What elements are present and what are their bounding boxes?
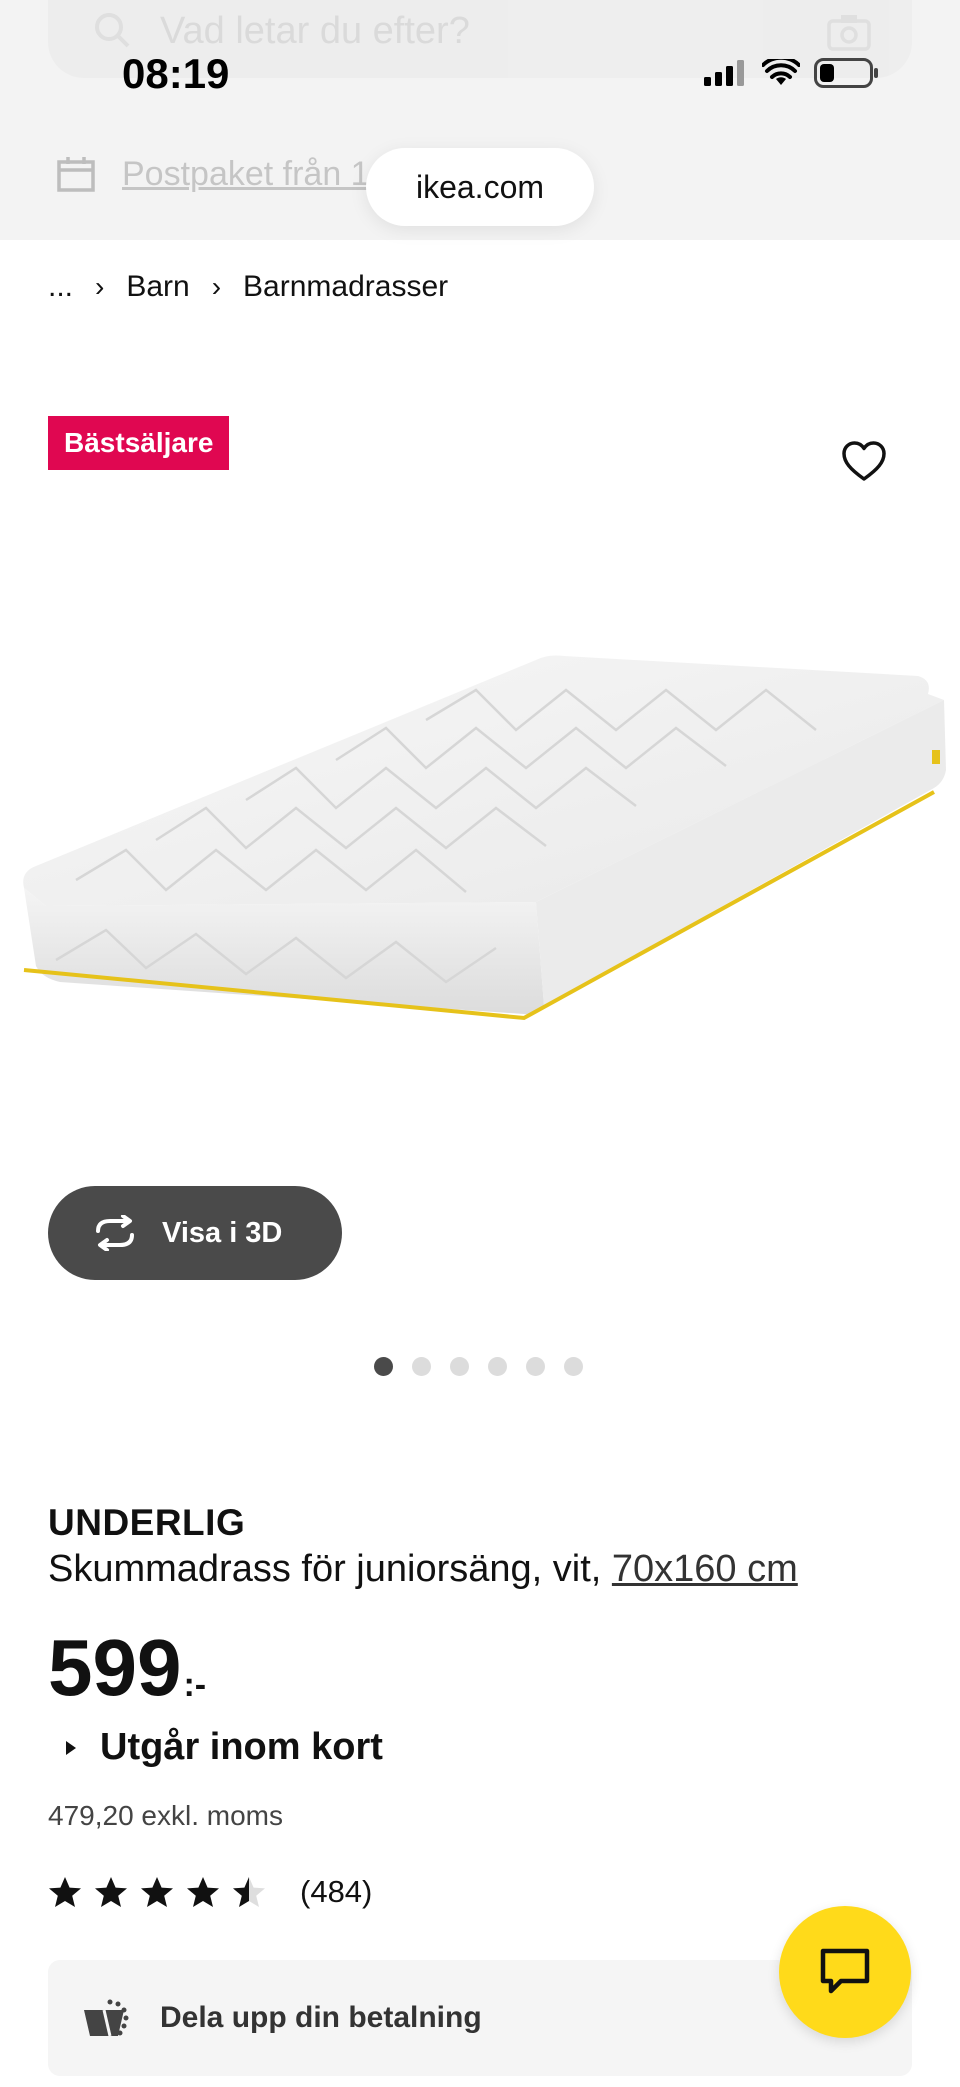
view-3d-button[interactable]: Visa i 3D: [48, 1186, 342, 1280]
product-price: 599:-: [48, 1628, 206, 1708]
carousel-dot[interactable]: [564, 1357, 583, 1376]
product-description: Skummadrass för juniorsäng, vit, 70x160 …: [48, 1548, 798, 1591]
star-icon: [141, 1877, 173, 1907]
carousel-dot[interactable]: [412, 1357, 431, 1376]
star-icon: [95, 1877, 127, 1907]
chat-icon: [820, 1948, 870, 1994]
camera-icon[interactable]: [826, 12, 872, 52]
chevron-right-icon: ›: [95, 271, 105, 302]
delivery-banner[interactable]: Postpaket från 1: [56, 154, 370, 194]
star-icon: [187, 1877, 219, 1907]
half-star-icon: [233, 1877, 265, 1907]
star-icon: [49, 1877, 81, 1907]
price-suffix: :-: [183, 1666, 207, 1704]
rating[interactable]: (484): [48, 1874, 372, 1910]
status-time: 08:19: [122, 50, 230, 97]
rotate-3d-icon: [96, 1215, 134, 1251]
carousel-dot[interactable]: [450, 1357, 469, 1376]
carousel-dots: [374, 1357, 583, 1376]
carousel-dot[interactable]: [526, 1357, 545, 1376]
availability-toggle[interactable]: Utgår inom kort: [66, 1726, 383, 1769]
breadcrumb-ellipsis[interactable]: ...: [48, 270, 73, 304]
breadcrumb-item-barn[interactable]: Barn: [126, 270, 189, 304]
battery-icon: [814, 58, 878, 88]
status-icons: [704, 58, 880, 88]
chevron-right-icon: ›: [211, 271, 222, 302]
caret-right-icon: [66, 1740, 76, 1755]
price-excl-vat: 479,20 exkl. moms: [48, 1800, 283, 1831]
rating-count[interactable]: (484): [300, 1874, 372, 1910]
basket-icon: [84, 1999, 129, 2037]
site-header: Vad letar du efter? 08:19 Postpaket från…: [0, 0, 960, 240]
price-value: 599: [48, 1623, 182, 1712]
breadcrumb: ... › Barn › Barnmadrasser: [48, 270, 448, 304]
search-placeholder: Vad letar du efter?: [160, 10, 470, 52]
delivery-text[interactable]: Postpaket från 1: [122, 155, 370, 194]
bestseller-badge: Bästsäljare: [48, 416, 230, 470]
carousel-dot[interactable]: [374, 1357, 393, 1376]
carousel-dot[interactable]: [488, 1357, 507, 1376]
size-link[interactable]: 70x160 cm: [612, 1548, 798, 1590]
wifi-icon: [762, 59, 800, 85]
breadcrumb-item-barnmadrasser[interactable]: Barnmadrasser: [243, 270, 448, 304]
payment-label: Dela upp din betalning: [160, 2001, 482, 2034]
search-icon: [95, 13, 130, 48]
browser-url-pill[interactable]: ikea.com: [366, 148, 594, 226]
view-3d-label: Visa i 3D: [162, 1216, 283, 1249]
product-description-text: Skummadrass för juniorsäng, vit,: [48, 1548, 612, 1590]
product-image[interactable]: [16, 640, 946, 1060]
product-name: UNDERLIG: [48, 1502, 246, 1543]
box-icon: [57, 157, 95, 192]
heart-icon[interactable]: [840, 438, 888, 486]
signal-icon: [704, 60, 744, 86]
chat-button[interactable]: [779, 1906, 911, 2038]
availability-text: Utgår inom kort: [100, 1726, 383, 1768]
